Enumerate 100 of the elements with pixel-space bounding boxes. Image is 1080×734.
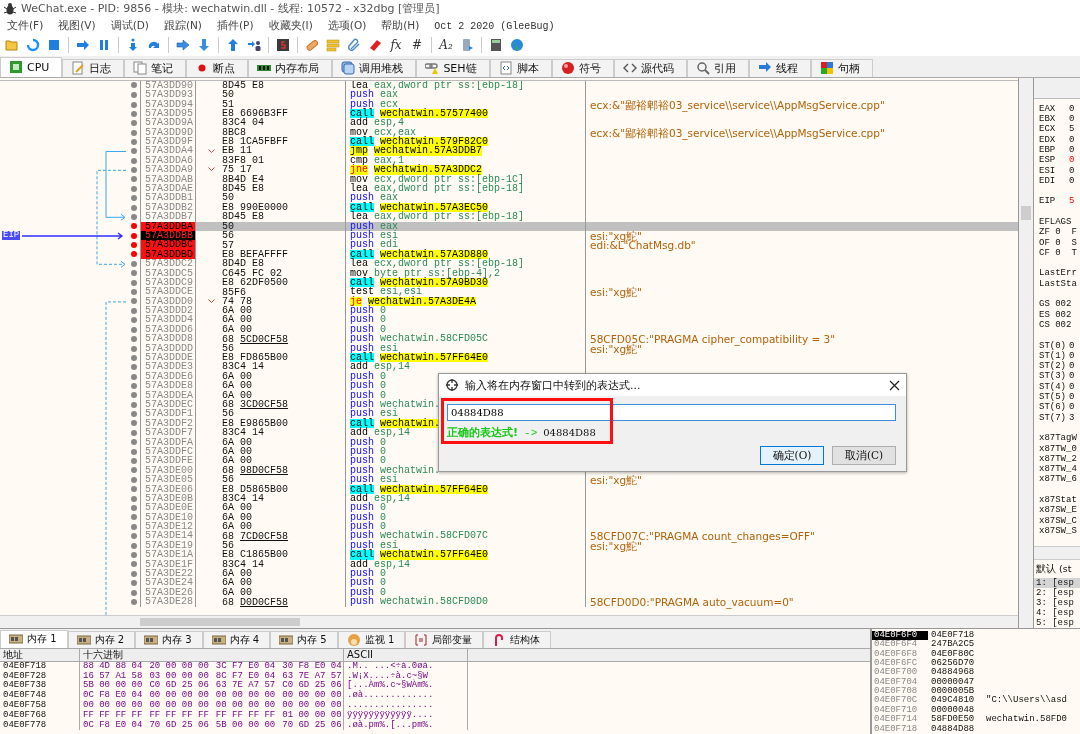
instruction-row[interactable]: 57A3DDAB 8B4D E4 mov ecx,dword ptr ss:[ebp-1C]	[128, 174, 1018, 184]
breakpoint-dot[interactable]	[131, 551, 137, 558]
stack-address[interactable]: 04E0F6F0	[872, 630, 928, 641]
argument-item[interactable]: 2: [esp	[1034, 587, 1080, 598]
scrollbar[interactable]	[1034, 545, 1080, 560]
breakpoint-dot[interactable]	[131, 533, 137, 540]
instruction-row[interactable]: 57A3DE24 6A 00 push 0	[128, 578, 1018, 588]
breakpoint-dot[interactable]	[131, 589, 137, 596]
menu-item[interactable]: 收藏夹(I)	[268, 19, 313, 34]
menu-item[interactable]: 视图(V)	[58, 19, 96, 34]
tab[interactable]: 句柄	[810, 58, 873, 77]
toolbar-button[interactable]: A₂	[437, 38, 455, 53]
argument-item[interactable]: 3: [esp	[1034, 597, 1080, 608]
instruction-row[interactable]: 57A3DD9A 83C4 04 add esp,4	[128, 118, 1018, 128]
breakpoint-dot[interactable]	[131, 477, 137, 484]
breakpoint-dot[interactable]	[131, 110, 137, 117]
tab[interactable]: 断点	[186, 58, 249, 77]
breakpoint-dot[interactable]	[131, 382, 137, 389]
breakpoint-dot[interactable]	[131, 138, 137, 145]
stack-address[interactable]: 04E0F70C	[872, 696, 928, 706]
instruction-row[interactable]: 57A3DDB1 50 push eax	[128, 193, 1018, 203]
breakpoint-dot[interactable]	[131, 486, 137, 493]
instruction-row[interactable]: 57A3DE0B 83C4 14 add esp,14	[128, 493, 1018, 504]
breakpoint-dot[interactable]	[131, 458, 137, 465]
breakpoint-dot[interactable]	[131, 307, 137, 314]
caret-icon[interactable]	[208, 148, 215, 154]
instruction-row[interactable]: 57A3DE0E 6A 00 push 0	[128, 503, 1018, 513]
breakpoint-dot[interactable]	[131, 195, 137, 202]
instruction-row[interactable]: 57A3DDC2 8D4D E8 lea ecx,dword ptr ss:[ebp-18]	[128, 259, 1018, 269]
breakpoint-dot[interactable]	[131, 289, 137, 296]
breakpoint-dot[interactable]	[131, 364, 137, 371]
breakpoint-dot[interactable]	[131, 204, 137, 211]
breakpoint-dot[interactable]	[131, 279, 137, 286]
tab[interactable]: 源代码	[613, 58, 687, 77]
tab[interactable]: 内存 1	[0, 629, 68, 648]
breakpoint-dot[interactable]	[131, 148, 137, 155]
breakpoint-dot[interactable]	[131, 91, 137, 98]
menu-item[interactable]: 插件(P)	[216, 19, 254, 34]
breakpoint-dot[interactable]	[131, 429, 137, 436]
argument-item[interactable]: 1: [esp	[1034, 577, 1080, 588]
menu-item[interactable]: 跟踪(N)	[163, 19, 202, 34]
breakpoint-dot[interactable]	[131, 213, 137, 220]
tab[interactable]: 笔记	[124, 58, 187, 77]
instruction-row[interactable]: 57A3DD90 8D45 E8 lea eax,dword ptr ss:[ebp-18]	[128, 80, 1018, 91]
stack-address[interactable]: 04E0F6FC	[872, 658, 928, 669]
breakpoint-dot[interactable]	[131, 176, 137, 183]
breakpoint-dot[interactable]	[131, 561, 137, 568]
breakpoint-dot[interactable]	[131, 242, 137, 249]
breakpoint-dot[interactable]	[131, 420, 137, 427]
breakpoint-dot[interactable]	[131, 270, 137, 277]
close-icon[interactable]	[889, 379, 900, 391]
tab[interactable]: 调用堆栈	[332, 58, 417, 77]
instruction-row[interactable]: 57A3DDAE 8D45 E8 lea eax,dword ptr ss:[ebp-18]	[128, 184, 1018, 194]
tab[interactable]: CPU	[0, 56, 63, 77]
instruction-row[interactable]: 57A3DE1F 83C4 14 add esp,14	[128, 559, 1018, 570]
tab[interactable]: 内存 5	[270, 630, 338, 648]
tab[interactable]: 引用	[686, 58, 749, 77]
breakpoint-dot[interactable]	[131, 448, 137, 455]
breakpoint-dot[interactable]	[131, 467, 137, 474]
toolbar-button[interactable]: fx	[387, 38, 405, 53]
instruction-row[interactable]: 57A3DDC9 E8 62DF0500 call wechatwin.57A9BD30	[128, 277, 1018, 288]
breakpoint-dot[interactable]	[131, 599, 137, 606]
instruction-row[interactable]: 57A3DDC5 C645 FC 02 mov byte ptr ss:[ebp-4],2	[128, 268, 1018, 278]
instruction-row[interactable]: 57A3DD93 50 push eax	[128, 90, 1018, 100]
tab[interactable]: 监视 1	[337, 630, 406, 648]
tab[interactable]: 内存布局	[248, 58, 333, 77]
instruction-row[interactable]: 57A3DE14 68 7CD0CF58 push wechatwin.58CFD07C 58CFD07C:"PRAGMA count_changes=OFF"	[128, 531, 1018, 541]
toolbar-button[interactable]: #	[408, 38, 426, 53]
tab[interactable]: 符号	[551, 58, 614, 77]
breakpoint-dot[interactable]	[131, 336, 137, 343]
dialog-button[interactable]: 取消(C)	[832, 446, 896, 465]
instruction-row[interactable]: 57A3DDB7 8D45 E8 lea eax,dword ptr ss:[ebp-18]	[128, 212, 1018, 222]
menu-item[interactable]: 帮助(H)	[381, 19, 420, 34]
breakpoint-dot[interactable]	[131, 345, 137, 352]
breakpoint-dot[interactable]	[131, 129, 137, 136]
instruction-row[interactable]: 57A3DE10 6A 00 push 0	[128, 512, 1018, 523]
stack-address[interactable]: 04E0F6F8	[872, 649, 928, 659]
argument-item[interactable]: 4: [esp	[1034, 607, 1080, 618]
instruction-row[interactable]: 57A3DDD4 6A 00 push 0	[128, 315, 1018, 325]
breakpoint-dot[interactable]	[131, 251, 137, 258]
stack-address[interactable]: 04E0F6F4	[872, 640, 928, 650]
tab[interactable]: 内存 3	[135, 630, 203, 648]
breakpoint-dot[interactable]	[131, 373, 137, 380]
caret-icon[interactable]	[208, 298, 215, 304]
breakpoint-dot[interactable]	[131, 495, 137, 502]
breakpoint-dot[interactable]	[131, 514, 137, 521]
breakpoint-dot[interactable]	[131, 317, 137, 324]
breakpoint-dot[interactable]	[131, 232, 137, 239]
breakpoint-dot[interactable]	[131, 392, 137, 399]
tab[interactable]: 内存 4	[202, 630, 271, 648]
breakpoint-dot[interactable]	[131, 82, 137, 89]
menu-item[interactable]: 选项(O)	[327, 19, 367, 34]
instruction-row[interactable]: 57A3DDA4 EB 11 jmp wechatwin.57A3DDB7	[128, 146, 1018, 156]
breakpoint-dot[interactable]	[131, 401, 137, 408]
breakpoint-dot[interactable]	[131, 580, 137, 587]
breakpoint-dot[interactable]	[131, 101, 137, 108]
breakpoint-dot[interactable]	[131, 120, 137, 126]
tab[interactable]: 日志	[62, 58, 125, 77]
breakpoint-dot[interactable]	[131, 439, 137, 446]
breakpoint-dot[interactable]	[131, 260, 137, 267]
